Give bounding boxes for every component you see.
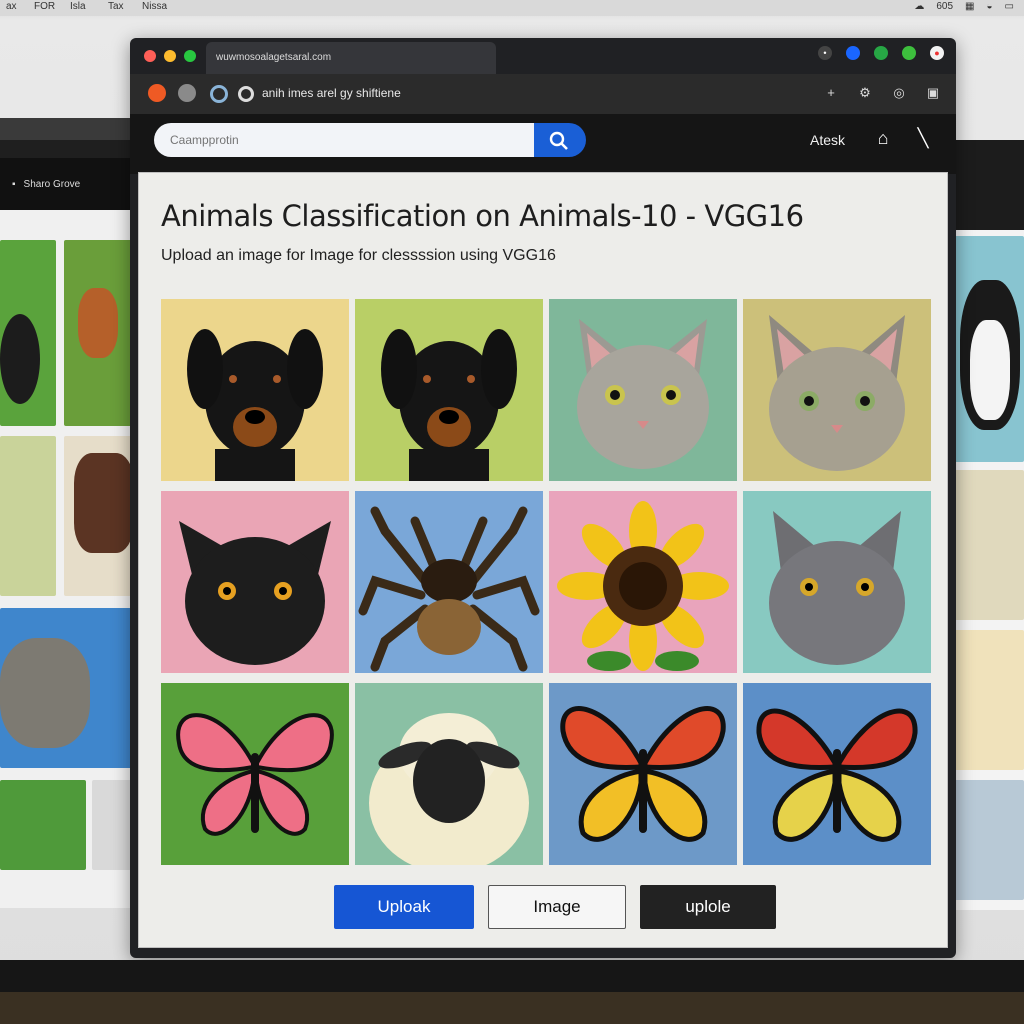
extension-icon[interactable]: • [818,46,832,60]
background-menu-icon: ▪ [12,178,16,190]
menu-icon[interactable]: ▣ [924,84,942,102]
add-icon[interactable]: + [822,84,840,102]
extension-icon[interactable] [874,46,888,60]
os-status-text: 605 [936,1,954,12]
title-bar: wuwmosoalagetsaral.com • ● [130,38,956,74]
reload-icon[interactable] [210,85,228,103]
cloud-icon: ☁ [914,1,925,12]
page-subtitle: Upload an image for Image for clessssion… [161,247,556,264]
tab-title: wuwmosoalagetsaral.com [216,52,332,63]
image-tile-spider[interactable] [355,491,543,673]
settings-icon[interactable]: ◎ [890,84,908,102]
os-menu-item[interactable]: FOR [34,1,55,12]
browser-tab[interactable]: wuwmosoalagetsaral.com [206,42,496,74]
os-menu-item[interactable]: ax [6,1,17,12]
image-tile-dog[interactable] [161,299,349,481]
image-tile-gray-cat[interactable] [743,491,931,673]
image-tile-cat[interactable] [549,299,737,481]
background-window-left: ▪ Sharo Grove [0,118,140,908]
search-icon [549,131,568,150]
edit-icon[interactable]: ╲ [912,127,934,149]
image-tile-sunflower[interactable] [549,491,737,673]
image-tile-sheep[interactable] [355,683,543,865]
image-tile-dog[interactable] [355,299,543,481]
ask-label[interactable]: Atesk [810,132,845,148]
os-menu-item[interactable]: Isla [70,1,86,12]
forward-icon[interactable] [178,84,196,102]
os-menu-item[interactable]: Tax [108,1,124,12]
action-buttons: Uploak Image uplole [334,885,776,929]
search-toolbar: Atesk ⌂ ╲ [130,114,956,174]
page-title: Animals Classification on Animals-10 - V… [161,199,804,233]
address-text[interactable]: anih imes arel gy shiftiene [262,86,401,100]
maximize-window-icon[interactable] [184,50,196,62]
image-tile-butterfly[interactable] [549,683,737,865]
image-tile-black-cat[interactable] [161,491,349,673]
monitor-bezel [0,960,1024,992]
uplole-button[interactable]: uplole [640,885,776,929]
background-toolbar-label: Sharo Grove [23,178,81,190]
image-grid [161,299,935,865]
back-icon[interactable] [148,84,166,102]
os-menu-bar: ax FOR Isla Tax Nissa ☁ 605 ▦ ◒ ▭ [0,0,1024,16]
profile-icon[interactable] [846,46,860,60]
image-button[interactable]: Image [488,885,626,929]
minimize-window-icon[interactable] [164,50,176,62]
os-menu-item[interactable]: Nissa [142,1,167,12]
home-icon[interactable] [238,86,254,102]
background-window-right [950,140,1024,910]
grid-icon: ▦ [965,1,975,12]
image-tile-butterfly[interactable] [743,683,931,865]
image-tile-cat[interactable] [743,299,931,481]
upload-button[interactable]: Uploak [334,885,474,929]
search-input[interactable] [154,123,534,157]
robot-icon[interactable]: ⌂ [872,127,894,149]
extension-icon[interactable]: ⚙ [856,84,874,102]
desk-surface [0,992,1024,1024]
image-tile-butterfly[interactable] [161,683,349,865]
battery-icon: ▭ [1004,1,1014,12]
close-window-icon[interactable] [144,50,156,62]
search-button[interactable] [534,123,586,157]
navigation-bar: anih imes arel gy shiftiene + ⚙ ◎ ▣ [130,74,956,114]
wifi-icon: ◒ [986,1,993,12]
record-icon[interactable]: ● [930,46,944,60]
browser-window: wuwmosoalagetsaral.com • ● anih imes are… [130,38,956,958]
page-content: Animals Classification on Animals-10 - V… [138,172,948,948]
status-icon[interactable] [902,46,916,60]
